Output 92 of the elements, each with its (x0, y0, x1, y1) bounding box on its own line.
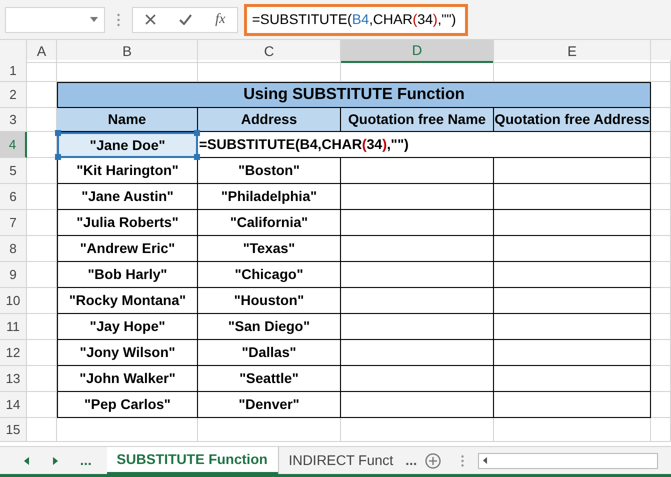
row-header[interactable]: 15 (0, 418, 27, 442)
table-cell: "Jay Hope" (57, 314, 198, 340)
sheet-tab[interactable]: SUBSTITUTE Function (106, 447, 278, 474)
table-cell: "Kit Harington" (57, 158, 198, 184)
table-cell: "Pep Carlos" (57, 392, 198, 418)
empty-cell (651, 132, 671, 158)
row-header[interactable]: 1 (0, 60, 27, 82)
row-header[interactable]: 10 (0, 288, 27, 314)
selection-handle[interactable] (194, 130, 200, 136)
formula-token: 34 (366, 135, 382, 154)
column-heading: Quotation free Name (341, 108, 494, 132)
table-title: Using SUBSTITUTE Function (57, 82, 651, 108)
formula-token: =SUBSTITUTE( (252, 10, 352, 29)
empty-cell (651, 288, 671, 314)
drag-handle-icon[interactable] (461, 454, 464, 466)
row-header[interactable]: 12 (0, 340, 27, 366)
scroll-right-icon[interactable] (53, 456, 58, 464)
empty-cell (651, 184, 671, 210)
column-heading: Name (57, 108, 198, 132)
horizontal-scrollbar[interactable] (478, 452, 658, 468)
row-header[interactable]: 8 (0, 236, 27, 262)
scroll-left-icon[interactable] (483, 457, 487, 464)
empty-cell (651, 262, 671, 288)
formula-cell-editor[interactable]: =SUBSTITUTE(B4,CHAR(34),"") (198, 132, 651, 158)
column-header[interactable]: A (27, 40, 57, 63)
formula-token: ( (362, 135, 367, 154)
add-sheet-icon[interactable] (425, 452, 441, 468)
selected-cell[interactable]: "Jane Doe" (57, 132, 198, 158)
table-cell: "John Walker" (57, 366, 198, 392)
column-heading: Address (198, 108, 341, 132)
row-header[interactable]: 6 (0, 184, 27, 210)
formula-token: ( (412, 10, 418, 29)
row-header[interactable]: 9 (0, 262, 27, 288)
column-header[interactable]: E (494, 40, 651, 63)
checkmark-icon[interactable] (178, 14, 192, 25)
row-header[interactable]: 13 (0, 366, 27, 392)
empty-cell (651, 82, 671, 108)
selection-handle[interactable] (194, 154, 200, 160)
row-header[interactable]: 7 (0, 210, 27, 236)
empty-cell (651, 108, 671, 132)
empty-cell (651, 60, 671, 82)
formula-token: ,"") (438, 10, 456, 29)
scroll-left-icon[interactable] (24, 456, 29, 464)
table-cell: "Andrew Eric" (57, 236, 198, 262)
table-cell: "Denver" (198, 392, 341, 418)
empty-cell (651, 236, 671, 262)
drag-handle-icon[interactable] (117, 12, 120, 26)
close-icon[interactable] (144, 14, 156, 25)
table-cell: "Rocky Montana" (57, 288, 198, 314)
formula-token: B4 (352, 10, 370, 29)
empty-cell (651, 314, 671, 340)
table-cell: "Julia Roberts" (57, 210, 198, 236)
insert-function-button[interactable]: fx (215, 9, 226, 30)
row-header[interactable]: 14 (0, 392, 27, 418)
row-header[interactable]: 11 (0, 314, 27, 340)
table-cell: "Seattle" (198, 366, 341, 392)
column-header[interactable]: B (57, 40, 198, 63)
formula-token: ,CHAR (369, 10, 413, 29)
dropdown-caret-icon[interactable] (90, 17, 98, 22)
empty-cell (651, 340, 671, 366)
table-cell: "Jony Wilson" (57, 340, 198, 366)
table-cell: "Houston" (198, 288, 341, 314)
formula-input-field[interactable]: =SUBSTITUTE(B4,CHAR(34),"") (244, 4, 468, 36)
selection-handle[interactable] (55, 154, 61, 160)
empty-cell (651, 392, 671, 418)
formula-token: ,"") (386, 135, 409, 154)
row-header[interactable]: 5 (0, 158, 27, 184)
empty-cell (651, 158, 671, 184)
column-heading: Quotation free Address (494, 108, 651, 132)
more-sheets-button[interactable]: ... (80, 450, 92, 471)
row-header[interactable]: 4 (0, 132, 27, 158)
row-header[interactable]: 2 (0, 82, 27, 108)
formula-token: ) (432, 10, 438, 29)
table-cell: "Chicago" (198, 262, 341, 288)
formula-token: 34 (417, 10, 433, 29)
table-cell: "San Diego" (198, 314, 341, 340)
table-cell: "Philadelphia" (198, 184, 341, 210)
empty-cell (651, 366, 671, 392)
column-header[interactable]: D (341, 40, 494, 63)
formula-token: =SUBSTITUTE(B4,CHAR (199, 135, 362, 154)
empty-cell (651, 210, 671, 236)
formula-token: ) (382, 135, 387, 154)
more-sheets-button[interactable]: ... (405, 450, 417, 471)
table-cell: "Dallas" (198, 340, 341, 366)
table-cell: "Texas" (198, 236, 341, 262)
selection-handle[interactable] (55, 130, 61, 136)
table-cell: "Boston" (198, 158, 341, 184)
table-cell: "Bob Harly" (57, 262, 198, 288)
empty-cell (651, 418, 671, 442)
table-cell: "California" (198, 210, 341, 236)
table-cell: "Jane Austin" (57, 184, 198, 210)
row-header[interactable]: 3 (0, 108, 27, 132)
